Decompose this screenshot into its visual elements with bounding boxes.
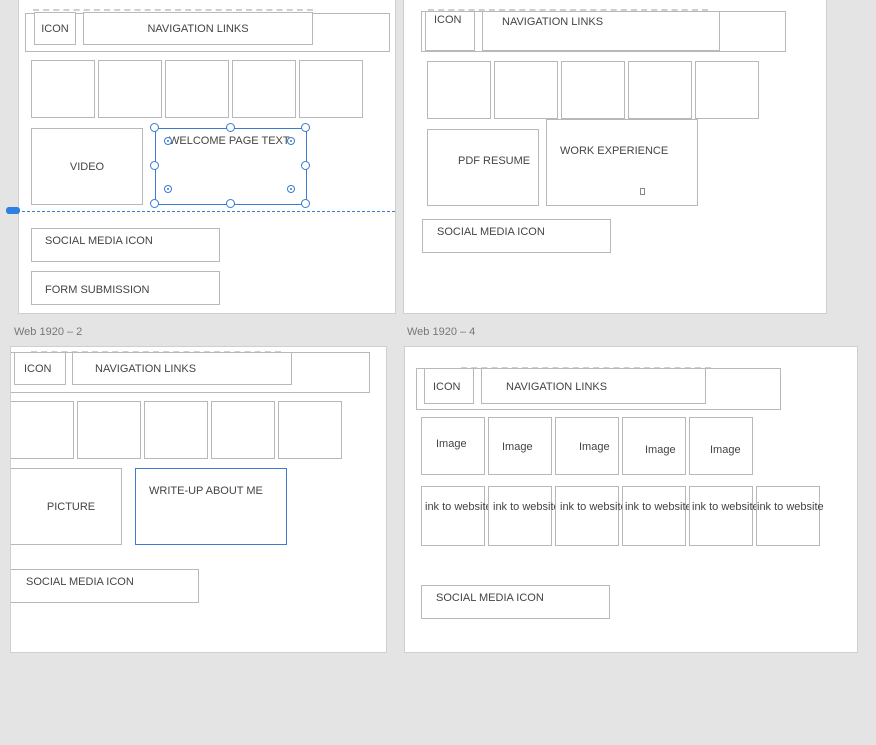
resize-handle-bottom-right[interactable]: [301, 199, 310, 208]
gallery-tile-2[interactable]: [77, 401, 141, 459]
header-nav-links[interactable]: NAVIGATION LINKS: [83, 12, 313, 45]
artboard-top-edge: [33, 9, 313, 11]
website-link-tile-5[interactable]: ink to website: [689, 486, 759, 546]
resize-handle-top-right[interactable]: [301, 123, 310, 132]
image-tile-3[interactable]: Image: [555, 417, 619, 475]
header-nav-links[interactable]: NAVIGATION LINKS: [481, 368, 706, 404]
corner-radius-anchor-br[interactable]: [287, 185, 295, 193]
video-box[interactable]: VIDEO: [31, 128, 143, 205]
resize-handle-bottom[interactable]: [226, 199, 235, 208]
gallery-tile-5[interactable]: [299, 60, 363, 118]
gallery-tile-2[interactable]: [494, 61, 558, 119]
image-tile-1[interactable]: Image: [421, 417, 485, 475]
resize-handle-bottom-left[interactable]: [150, 199, 159, 208]
corner-radius-anchor-tr[interactable]: [287, 137, 295, 145]
header-icon-box[interactable]: ICON: [425, 11, 475, 51]
website-link-tile-1[interactable]: ink to website: [421, 486, 492, 546]
image-tile-4[interactable]: Image: [622, 417, 686, 475]
header-icon-box[interactable]: ICON: [34, 12, 76, 45]
gallery-tile-3[interactable]: [165, 60, 229, 118]
text-cursor-icon: [640, 188, 645, 195]
alignment-guide-line: [12, 211, 395, 212]
gallery-tile-1[interactable]: [31, 60, 95, 118]
artboard-web-1920-3[interactable]: ICON NAVIGATION LINKS PDF RESUME WORK EX…: [403, 0, 827, 314]
resize-handle-left[interactable]: [150, 161, 159, 170]
gallery-tile-1[interactable]: [427, 61, 491, 119]
gallery-tile-3[interactable]: [144, 401, 208, 459]
gallery-tile-4[interactable]: [628, 61, 692, 119]
website-link-tile-4[interactable]: ink to website: [622, 486, 692, 546]
artboard-label-web-1920-2[interactable]: Web 1920 – 2: [14, 326, 82, 338]
corner-radius-anchor-tl[interactable]: [164, 137, 172, 145]
resize-handle-right[interactable]: [301, 161, 310, 170]
work-experience-box[interactable]: WORK EXPERIENCE: [546, 119, 698, 206]
header-nav-links[interactable]: NAVIGATION LINKS: [72, 352, 292, 385]
website-link-tile-6[interactable]: ink to website: [756, 486, 824, 546]
gallery-tile-4[interactable]: [211, 401, 275, 459]
gallery-tile-2[interactable]: [98, 60, 162, 118]
resize-handle-top-left[interactable]: [150, 123, 159, 132]
header-nav-links[interactable]: NAVIGATION LINKS: [482, 11, 720, 51]
guide-handle[interactable]: [6, 207, 20, 214]
artboard-web-1920-4[interactable]: ICON NAVIGATION LINKS Image Image Image …: [404, 346, 858, 653]
social-media-icon-box[interactable]: SOCIAL MEDIA ICON: [31, 228, 220, 262]
header-icon-box[interactable]: ICON: [14, 352, 66, 385]
website-link-tile-3[interactable]: ink to website: [555, 486, 627, 546]
social-media-icon-box[interactable]: SOCIAL MEDIA ICON: [11, 569, 199, 603]
image-tile-2[interactable]: Image: [488, 417, 552, 475]
form-submission-box[interactable]: FORM SUBMISSION: [31, 271, 220, 305]
image-tile-5[interactable]: Image: [689, 417, 753, 475]
website-link-tile-2[interactable]: ink to website: [488, 486, 560, 546]
social-media-icon-box[interactable]: SOCIAL MEDIA ICON: [422, 219, 611, 253]
resize-handle-top[interactable]: [226, 123, 235, 132]
writeup-about-me-box[interactable]: WRITE-UP ABOUT ME: [135, 468, 287, 545]
gallery-tile-3[interactable]: [561, 61, 625, 119]
gallery-tile-5[interactable]: [695, 61, 759, 119]
gallery-tile-5[interactable]: [278, 401, 342, 459]
artboard-web-1920-1[interactable]: ICON NAVIGATION LINKS VIDEO WELCOME PAGE…: [18, 0, 396, 314]
artboard-label-web-1920-4[interactable]: Web 1920 – 4: [407, 326, 475, 338]
pdf-resume-box[interactable]: PDF RESUME: [427, 129, 539, 206]
header-icon-box[interactable]: ICON: [424, 368, 474, 404]
gallery-tile-1[interactable]: [11, 401, 74, 459]
gallery-tile-4[interactable]: [232, 60, 296, 118]
picture-box[interactable]: PICTURE: [11, 468, 122, 545]
welcome-text-box[interactable]: WELCOME PAGE TEXT: [155, 128, 307, 205]
artboard-web-1920-2[interactable]: ICON NAVIGATION LINKS PICTURE WRITE-UP A…: [10, 346, 387, 653]
corner-radius-anchor-bl[interactable]: [164, 185, 172, 193]
social-media-icon-box[interactable]: SOCIAL MEDIA ICON: [421, 585, 610, 619]
